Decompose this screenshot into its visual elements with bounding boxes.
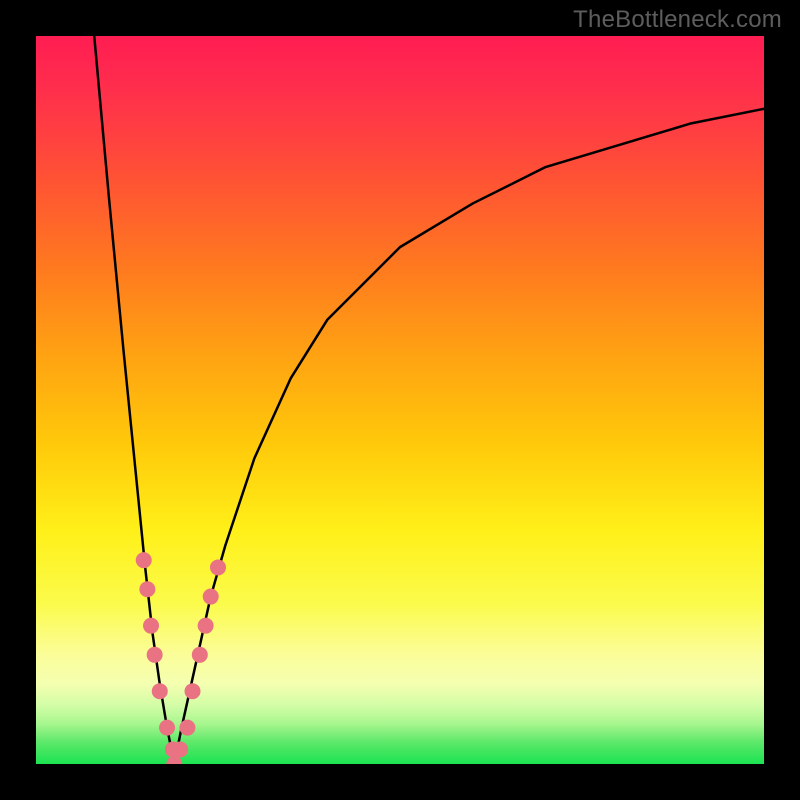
chart-svg <box>36 36 764 764</box>
data-point <box>143 618 159 634</box>
curve-right-branch <box>174 109 764 764</box>
data-point <box>185 683 201 699</box>
data-point <box>172 741 188 757</box>
data-point <box>139 581 155 597</box>
chart-frame: TheBottleneck.com <box>0 0 800 800</box>
data-point <box>152 683 168 699</box>
data-point <box>210 559 226 575</box>
data-point <box>192 647 208 663</box>
data-point <box>203 589 219 605</box>
data-point <box>147 647 163 663</box>
data-point <box>136 552 152 568</box>
data-point <box>159 720 175 736</box>
watermark-text: TheBottleneck.com <box>573 6 782 34</box>
plot-area <box>36 36 764 764</box>
data-point <box>179 720 195 736</box>
data-point <box>198 618 214 634</box>
